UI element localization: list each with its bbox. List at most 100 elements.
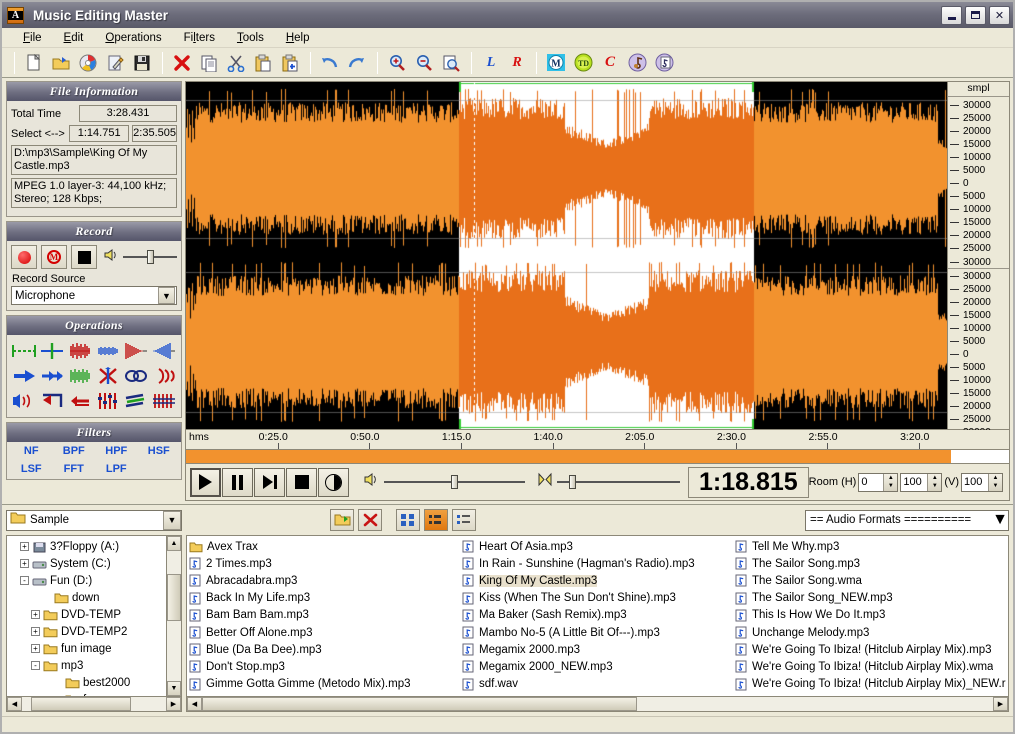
room-h1-value[interactable]: 0	[859, 474, 883, 491]
tree-vertical-scrollbar[interactable]: ▲ ▼	[166, 536, 181, 696]
tree-node[interactable]: best2000	[9, 674, 166, 691]
channel-left-button[interactable]: L	[478, 55, 504, 71]
delete-x-icon[interactable]	[169, 50, 195, 75]
filter-nf[interactable]: NF	[11, 445, 52, 457]
position-bar[interactable]	[185, 450, 1010, 464]
expand-icon[interactable]: +	[31, 644, 40, 653]
save-disk-icon[interactable]	[129, 50, 155, 75]
record-mono-button[interactable]: M	[41, 245, 67, 269]
file-list-item[interactable]: Megamix 2000.mp3	[462, 641, 735, 658]
tree-node[interactable]: - Fun (D:)	[9, 572, 166, 589]
normalize-icon[interactable]	[95, 339, 122, 362]
music-page-icon[interactable]	[651, 50, 677, 75]
file-list-item[interactable]: Don't Stop.mp3	[189, 658, 462, 675]
scroll-thumb[interactable]	[167, 574, 181, 622]
flanger-icon[interactable]	[122, 389, 149, 412]
scroll-right-button[interactable]: ▶	[166, 697, 181, 711]
collapse-icon[interactable]: -	[20, 576, 29, 585]
time-ruler[interactable]: hms 0:25.0 0:50.0 1:15.0 1:40.0 2:05.0 2:30.0 2…	[185, 430, 1010, 450]
file-list-item[interactable]: Abracadabra.mp3	[189, 572, 462, 589]
chevron-down-icon[interactable]: ▼	[158, 287, 175, 304]
playback-volume-slider[interactable]	[384, 475, 525, 489]
cd-audio-icon[interactable]	[75, 50, 101, 75]
file-list-item[interactable]: We're Going To Ibiza! (Hitclub Airplay M…	[735, 676, 1008, 693]
waveform-canvas-holder[interactable]	[186, 82, 947, 429]
filter-hpf[interactable]: HPF	[96, 445, 137, 457]
expand-icon[interactable]: +	[31, 610, 40, 619]
slider-thumb[interactable]	[451, 475, 458, 489]
file-list-item[interactable]: Avex Trax	[189, 538, 462, 555]
close-button[interactable]: ✕	[989, 5, 1010, 25]
file-list-item[interactable]: Unchange Melody.mp3	[735, 624, 1008, 641]
file-list-item[interactable]: Tell Me Why.mp3	[735, 538, 1008, 555]
delete-button[interactable]	[358, 509, 382, 531]
menu-file[interactable]: File	[12, 30, 53, 46]
scroll-down-button[interactable]: ▼	[167, 681, 181, 696]
paste-icon[interactable]	[250, 50, 276, 75]
loop-button[interactable]	[318, 467, 349, 497]
file-list-item[interactable]: We're Going To Ibiza! (Hitclub Airplay M…	[735, 641, 1008, 658]
file-list-item[interactable]: The Sailor Song.mp3	[735, 555, 1008, 572]
tree-horizontal-scrollbar[interactable]: ◀ ▶	[7, 696, 181, 711]
spinner-arrows[interactable]: ▲ ▼	[988, 473, 1003, 491]
file-list-item[interactable]: The Sailor Song_NEW.mp3	[735, 590, 1008, 607]
paste-new-icon[interactable]	[277, 50, 303, 75]
channel-right-button[interactable]: R	[504, 55, 530, 71]
scroll-up-button[interactable]: ▲	[167, 536, 181, 551]
new-folder-button[interactable]	[330, 509, 354, 531]
file-list-item[interactable]: sdf.wav	[462, 676, 735, 693]
scroll-track[interactable]	[202, 697, 993, 711]
scroll-right-button[interactable]: ▶	[993, 697, 1008, 711]
trim-icon[interactable]	[11, 339, 38, 362]
thumbnails-view-button[interactable]	[396, 509, 420, 531]
file-list-item[interactable]: Ma Baker (Sash Remix).mp3	[462, 607, 735, 624]
file-list-item[interactable]: Heart Of Asia.mp3	[462, 538, 735, 555]
minimize-button[interactable]	[941, 5, 962, 25]
noise-gate-icon[interactable]	[67, 364, 94, 387]
scroll-track[interactable]	[167, 551, 181, 681]
list-view-button[interactable]	[452, 509, 476, 531]
filter-fft[interactable]: FFT	[54, 463, 95, 475]
td-icon[interactable]: TD	[570, 50, 596, 75]
collapse-icon[interactable]: -	[31, 661, 40, 670]
menu-operations[interactable]: Operations	[94, 30, 172, 46]
tree-node[interactable]: + fun image	[9, 640, 166, 657]
menu-filters[interactable]: Filters	[173, 30, 226, 46]
menu-tools[interactable]: Tools	[226, 30, 275, 46]
pause-button[interactable]	[222, 467, 253, 497]
file-list-item[interactable]: Better Off Alone.mp3	[189, 624, 462, 641]
insert-silence-icon[interactable]	[39, 339, 66, 362]
cut-scissors-icon[interactable]	[223, 50, 249, 75]
file-list[interactable]: Avex Trax 2 Times.mp3 Abracadabra.mp3 Back …	[187, 536, 1008, 696]
file-list-item[interactable]: Mambo No-5 (A Little Bit Of---).mp3	[462, 624, 735, 641]
room-h2-spinner[interactable]: 100 ▲ ▼	[900, 472, 943, 492]
file-list-item[interactable]: This Is How We Do It.mp3	[735, 607, 1008, 624]
filter-bpf[interactable]: BPF	[54, 445, 95, 457]
step-button[interactable]	[254, 467, 285, 497]
slider-thumb[interactable]	[568, 475, 576, 489]
mixer-m-icon[interactable]: M	[543, 50, 569, 75]
file-list-item[interactable]: 2 Times.mp3	[189, 555, 462, 572]
new-file-icon[interactable]	[21, 50, 47, 75]
scroll-left-button[interactable]: ◀	[187, 697, 202, 711]
tree-node[interactable]: +3?Floppy (A:)	[9, 538, 166, 555]
maximize-button[interactable]	[965, 5, 986, 25]
undo-icon[interactable]	[317, 50, 343, 75]
expand-icon[interactable]: +	[31, 627, 40, 636]
play-button[interactable]	[190, 467, 221, 497]
file-list-item[interactable]: Back In My Life.mp3	[189, 590, 462, 607]
chorus-icon[interactable]	[150, 364, 177, 387]
spinner-arrows[interactable]: ▲ ▼	[883, 473, 898, 491]
reverse-icon[interactable]	[39, 389, 66, 412]
file-list-item[interactable]: Gimme Gotta Gimme (Metodo Mix).mp3	[189, 676, 462, 693]
equalizer-icon[interactable]	[95, 389, 122, 412]
waveform-display[interactable]: smpl 30000 25000 20000 15000 10000 5000 0 5000 1…	[185, 81, 1010, 438]
vibrato-icon[interactable]	[11, 389, 38, 412]
scroll-track[interactable]	[22, 697, 166, 711]
filter-hsf[interactable]: HSF	[139, 445, 180, 457]
fade-in-icon[interactable]	[150, 339, 177, 362]
room-h1-spinner[interactable]: 0 ▲ ▼	[858, 472, 899, 492]
icons-view-button[interactable]	[424, 509, 448, 531]
record-volume-slider[interactable]	[123, 250, 177, 264]
tree-node[interactable]: - mp3	[9, 657, 166, 674]
